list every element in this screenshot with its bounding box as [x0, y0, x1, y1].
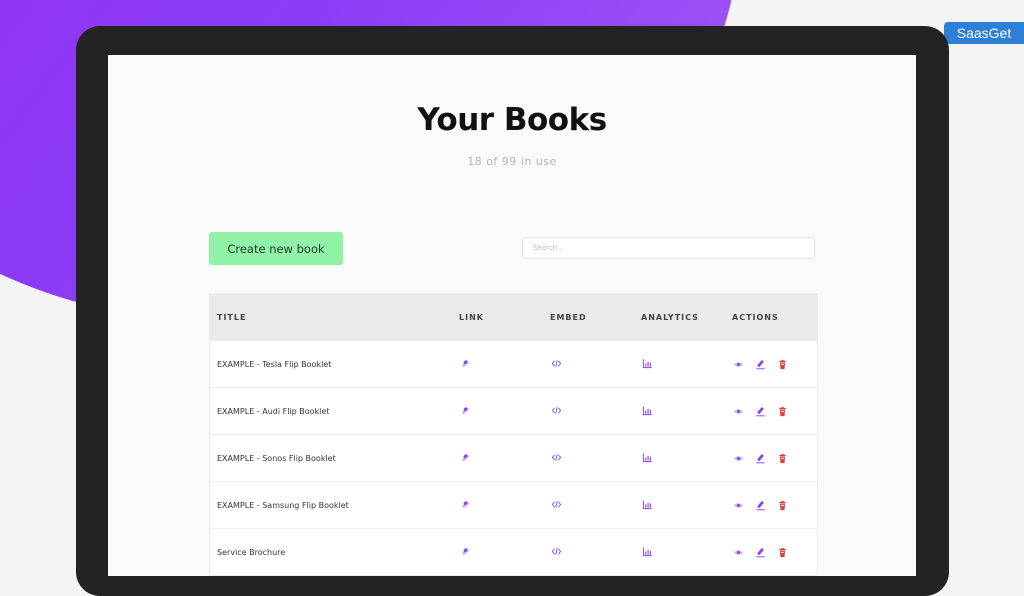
table-header: TITLE LINK EMBED ANALYTICS ACTIONS — [210, 294, 817, 340]
actions-cell — [725, 358, 817, 370]
usage-count: 18 of 99 in use — [467, 155, 557, 168]
pencil-icon[interactable] — [754, 499, 766, 511]
analytics-cell — [634, 451, 725, 465]
eye-icon[interactable] — [732, 499, 744, 511]
analytics-cell — [634, 357, 725, 371]
trash-icon[interactable] — [776, 405, 788, 417]
actions-cell — [725, 546, 817, 558]
link-icon[interactable] — [459, 545, 471, 557]
table-body: EXAMPLE - Tesla Flip Booklet EXAMPLE - Au… — [210, 340, 817, 575]
table-row: EXAMPLE - Samsung Flip Booklet — [210, 481, 817, 528]
book-title[interactable]: EXAMPLE - Audi Flip Booklet — [210, 407, 452, 416]
actions-cell — [725, 405, 817, 417]
pencil-icon[interactable] — [754, 546, 766, 558]
table-row: EXAMPLE - Sonos Flip Booklet — [210, 434, 817, 481]
code-icon[interactable] — [550, 451, 562, 463]
header-actions: ACTIONS — [732, 312, 779, 322]
table-row: EXAMPLE - Audi Flip Booklet — [210, 387, 817, 434]
table-row: Service Brochure — [210, 528, 817, 575]
embed-cell — [543, 545, 634, 559]
code-icon[interactable] — [550, 357, 562, 369]
books-table: TITLE LINK EMBED ANALYTICS ACTIONS EXAMP… — [209, 293, 818, 576]
book-title[interactable]: EXAMPLE - Samsung Flip Booklet — [210, 501, 452, 510]
eye-icon[interactable] — [732, 405, 744, 417]
embed-cell — [543, 404, 634, 418]
code-icon[interactable] — [550, 545, 562, 557]
link-cell — [452, 404, 543, 418]
page-title: Your Books — [417, 102, 607, 138]
pencil-icon[interactable] — [754, 452, 766, 464]
code-icon[interactable] — [550, 404, 562, 416]
pencil-icon[interactable] — [754, 405, 766, 417]
link-cell — [452, 357, 543, 371]
watermark-badge: SaasGet — [944, 22, 1024, 44]
bar-chart-icon[interactable] — [641, 404, 653, 416]
link-icon[interactable] — [459, 498, 471, 510]
trash-icon[interactable] — [776, 546, 788, 558]
actions-cell — [725, 452, 817, 464]
link-icon[interactable] — [459, 451, 471, 463]
analytics-cell — [634, 404, 725, 418]
embed-cell — [543, 451, 634, 465]
analytics-cell — [634, 545, 725, 559]
bar-chart-icon[interactable] — [641, 357, 653, 369]
code-icon[interactable] — [550, 498, 562, 510]
embed-cell — [543, 357, 634, 371]
eye-icon[interactable] — [732, 546, 744, 558]
table-row: EXAMPLE - Tesla Flip Booklet — [210, 340, 817, 387]
create-book-button[interactable]: Create new book — [209, 232, 343, 265]
app-screen: Your Books 18 of 99 in use Create new bo… — [108, 55, 916, 576]
link-icon[interactable] — [459, 357, 471, 369]
book-title[interactable]: Service Brochure — [210, 548, 452, 557]
trash-icon[interactable] — [776, 452, 788, 464]
header-embed: EMBED — [550, 312, 587, 322]
eye-icon[interactable] — [732, 358, 744, 370]
link-cell — [452, 498, 543, 512]
bar-chart-icon[interactable] — [641, 498, 653, 510]
embed-cell — [543, 498, 634, 512]
bar-chart-icon[interactable] — [641, 451, 653, 463]
header-analytics: ANALYTICS — [641, 312, 699, 322]
actions-cell — [725, 499, 817, 511]
trash-icon[interactable] — [776, 499, 788, 511]
header-title: TITLE — [217, 312, 247, 322]
trash-icon[interactable] — [776, 358, 788, 370]
book-title[interactable]: EXAMPLE - Tesla Flip Booklet — [210, 360, 452, 369]
pencil-icon[interactable] — [754, 358, 766, 370]
book-title[interactable]: EXAMPLE - Sonos Flip Booklet — [210, 454, 452, 463]
header-link: LINK — [459, 312, 484, 322]
link-icon[interactable] — [459, 404, 471, 416]
eye-icon[interactable] — [732, 452, 744, 464]
analytics-cell — [634, 498, 725, 512]
bar-chart-icon[interactable] — [641, 545, 653, 557]
link-cell — [452, 545, 543, 559]
link-cell — [452, 451, 543, 465]
search-input[interactable] — [522, 237, 815, 259]
